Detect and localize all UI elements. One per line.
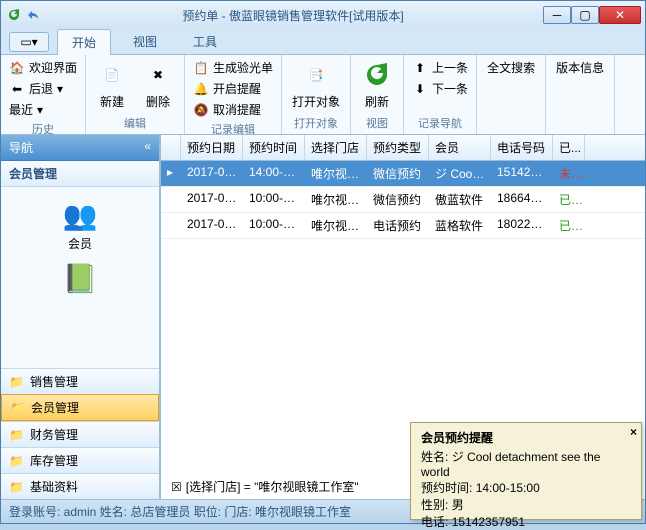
folder-4[interactable]: 📁基础资料 [1,473,159,499]
col-header-3[interactable]: 选择门店 [305,135,367,160]
tab-view[interactable]: 视图 [119,29,171,54]
reminder-popup: × 会员预约提醒 姓名: ジ Cool detachment see the w… [410,422,642,520]
fulltext-search-button[interactable]: 全文搜索 [481,57,541,78]
titlebar: 预约单 - 傲蓝眼镜销售管理软件[试用版本] ─ ▢ ✕ [1,1,645,29]
cancel-reminder-button[interactable]: 🔕取消提醒 [189,99,277,120]
doc-icon: 📗 [62,260,98,296]
folder-icon: 📁 [10,401,25,415]
open-object-button[interactable]: 📑打开对象 [286,57,346,112]
delete-icon: ✖ [142,59,174,91]
up-icon: ⬆ [412,60,428,76]
minimize-button[interactable]: ─ [543,6,571,24]
window-title: 预约单 - 傲蓝眼镜销售管理软件[试用版本] [43,7,543,24]
version-info-button[interactable]: 版本信息 [550,57,610,78]
qat-dropdown[interactable]: ▭▾ [9,32,49,52]
refresh-button[interactable]: 刷新 [355,57,399,112]
doc-add-icon: 📋 [193,60,209,76]
back-button[interactable]: ⬅后退▾ [5,78,81,99]
tabstrip: ▭▾ 开始 视图 工具 [1,29,645,55]
col-header-2[interactable]: 预约时间 [243,135,305,160]
col-header-4[interactable]: 预约类型 [367,135,429,160]
col-header-0[interactable] [161,135,181,160]
folder-icon: 📁 [9,428,24,442]
refresh-icon [361,59,393,91]
folder-1[interactable]: 📁会员管理 [1,394,159,421]
folder-icon: 📁 [9,454,24,468]
col-header-7[interactable]: 已... [553,135,585,160]
welcome-button[interactable]: 🏠欢迎界面 [5,57,81,78]
col-header-6[interactable]: 电话号码 [491,135,553,160]
folder-0[interactable]: 📁销售管理 [1,368,159,394]
close-button[interactable]: ✕ [599,6,641,24]
down-icon: ⬇ [412,81,428,97]
folder-3[interactable]: 📁库存管理 [1,447,159,473]
tab-start[interactable]: 开始 [57,29,111,55]
ribbon: 🏠欢迎界面 ⬅后退▾ 最近▾ 历史 📄新建 ✖删除 编辑 📋生成验光单 🔔开启提… [1,55,645,135]
generate-button[interactable]: 📋生成验光单 [189,57,277,78]
col-header-5[interactable]: 会员 [429,135,491,160]
folder-icon: 📁 [9,480,24,494]
enable-reminder-button[interactable]: 🔔开启提醒 [189,78,277,99]
new-icon: 📄 [96,59,128,91]
bell-off-icon: 🔕 [193,102,209,118]
recent-button[interactable]: 最近▾ [5,99,81,120]
tab-tools[interactable]: 工具 [179,29,231,54]
back-icon: ⬅ [9,81,25,97]
folder-icon: 📁 [9,375,24,389]
table-row[interactable]: 2017-07-...10:00-11...唯尔视眼...微信预约傲蓝软件186… [161,187,645,213]
users-icon: 👥 [62,197,98,233]
grid-header: 预约日期预约时间选择门店预约类型会员电话号码已... [161,135,645,161]
new-button[interactable]: 📄新建 [90,57,134,112]
member-mgmt-header[interactable]: 会员管理 [1,161,159,187]
open-icon: 📑 [300,59,332,91]
undo-icon[interactable] [25,6,43,24]
folder-2[interactable]: 📁财务管理 [1,421,159,447]
col-header-1[interactable]: 预约日期 [181,135,243,160]
maximize-button[interactable]: ▢ [571,6,599,24]
popup-title: 会员预约提醒 [421,429,631,446]
collapse-icon[interactable]: « [144,139,151,156]
sidebar: 导航« 会员管理 👥会员 📗 📁销售管理📁会员管理📁财务管理📁库存管理📁基础资料 [1,135,161,499]
table-row[interactable]: 2017-07-...10:00-12...唯尔视眼...电话预约蓝格软件180… [161,213,645,239]
prev-record-button[interactable]: ⬆上一条 [408,57,472,78]
table-row[interactable]: ▸2017-07-...14:00-15...唯尔视眼...微信预约ジ Cool… [161,161,645,187]
next-record-button[interactable]: ⬇下一条 [408,78,472,99]
refresh-icon[interactable] [5,6,23,24]
bell-icon: 🔔 [193,81,209,97]
delete-button[interactable]: ✖删除 [136,57,180,112]
popup-close-icon[interactable]: × [630,425,637,439]
member-icon-button[interactable]: 👥会员 [62,197,98,252]
home-icon: 🏠 [9,60,25,76]
doc-icon-button[interactable]: 📗 [62,260,98,296]
nav-header: 导航« [1,135,159,161]
